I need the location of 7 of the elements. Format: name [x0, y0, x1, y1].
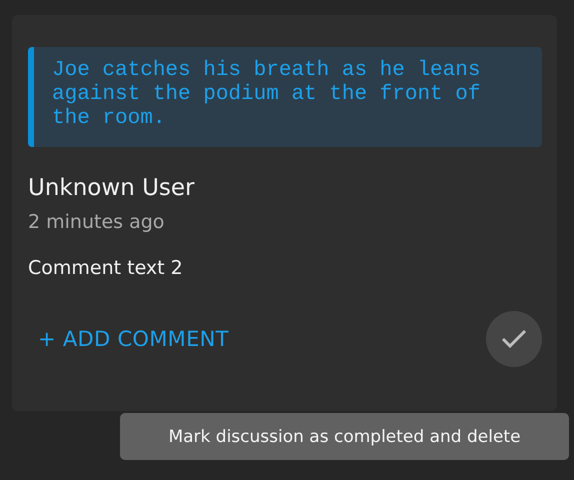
checkmark-icon: [501, 329, 527, 349]
author-name: Unknown User: [28, 174, 196, 203]
add-comment-button[interactable]: + ADD COMMENT: [28, 327, 229, 351]
quote-block: Joe catches his breath as he leans against the podium at the front of the room.: [28, 47, 542, 147]
comment-text: Comment text 2: [28, 256, 184, 281]
timestamp: 2 minutes ago: [28, 210, 166, 235]
tooltip: Mark discussion as completed and delete: [120, 413, 569, 460]
